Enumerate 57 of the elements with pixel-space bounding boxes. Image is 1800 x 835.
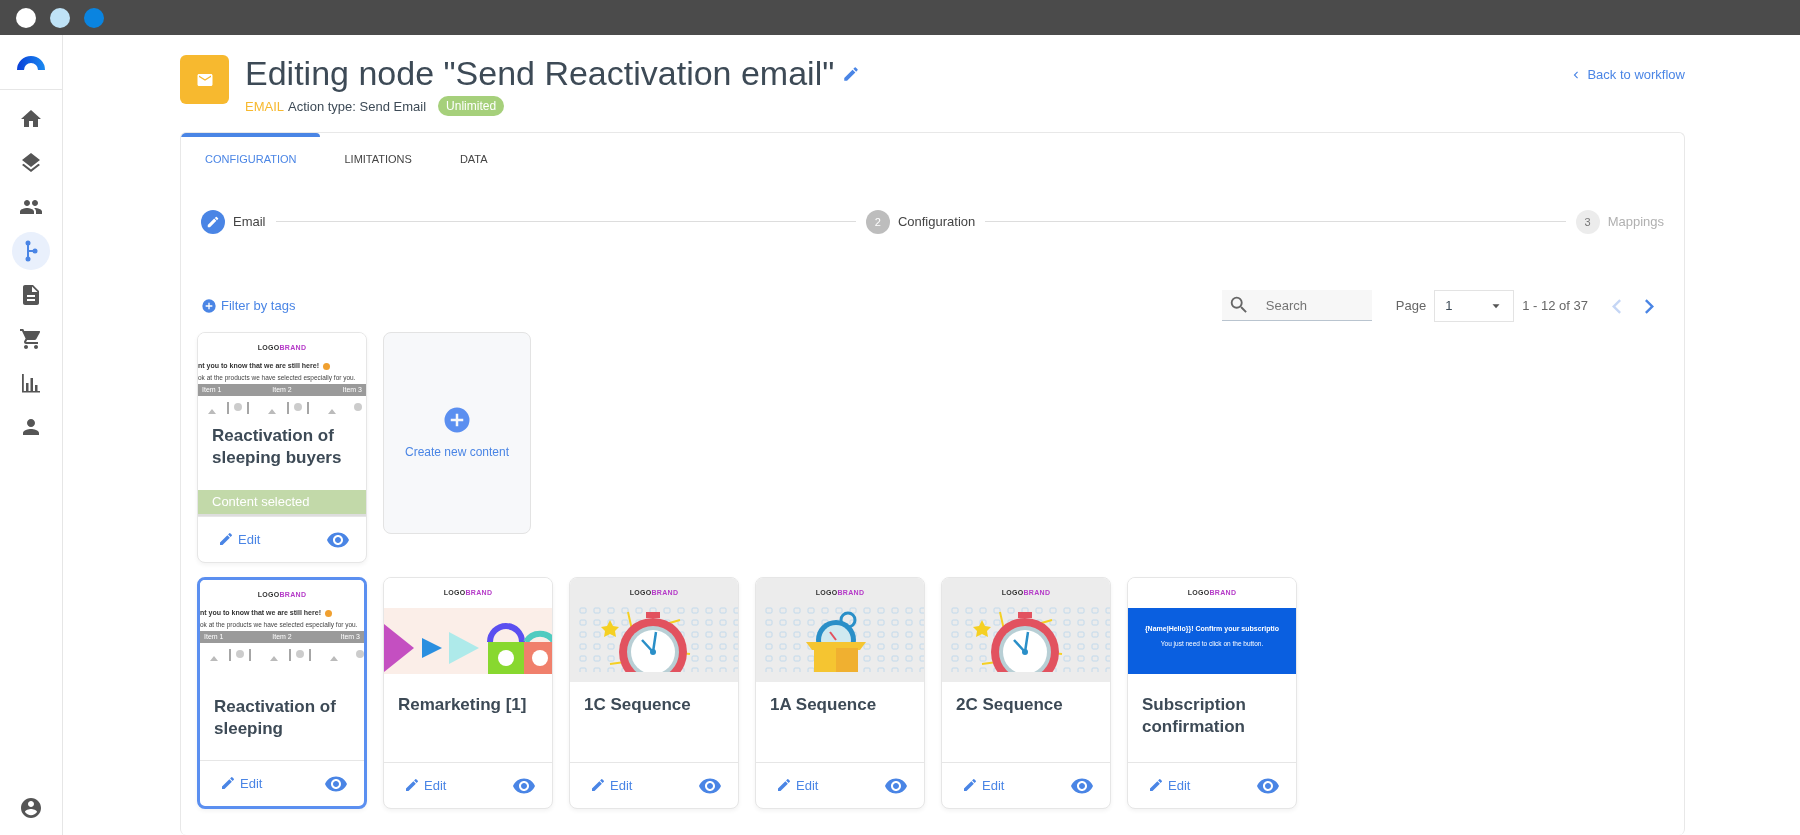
selected-status-bar: Content selected	[198, 490, 366, 516]
step-number: 3	[1575, 209, 1600, 234]
gift-box-drawing	[806, 611, 866, 673]
content-title: Reactivation of sleeping	[213, 695, 337, 740]
edit-button[interactable]: Edit	[1148, 775, 1191, 796]
step-edit-icon	[201, 209, 225, 234]
chevron-left-icon	[1612, 299, 1621, 315]
logo-icon	[17, 54, 45, 70]
pencil-icon	[590, 777, 606, 794]
edit-button[interactable]: Edit	[590, 775, 633, 796]
step-label: Mappings	[1607, 213, 1664, 232]
search-field[interactable]: Search	[1221, 290, 1372, 322]
pencil-icon	[218, 531, 234, 548]
pencil-icon	[962, 777, 978, 794]
edit-button[interactable]: Edit	[404, 775, 447, 796]
account-icon	[19, 796, 43, 820]
tab[interactable]: CONFIGURATION	[181, 133, 321, 180]
page-title: Editing node "Send Reactivation email"	[245, 55, 835, 93]
action-type-label: Action type: Send Email	[288, 97, 427, 116]
tab[interactable]: DATA	[435, 133, 512, 180]
window-control-button[interactable]	[16, 7, 36, 28]
content-title: Reactivation of sleeping buyers	[211, 424, 343, 469]
content-title: 1A Sequence	[769, 693, 878, 716]
content-title: 1C Sequence	[583, 693, 692, 716]
pencil-icon	[220, 775, 236, 792]
step-number: 2	[865, 209, 890, 234]
page-select[interactable]: 1	[1434, 289, 1515, 322]
nav-item[interactable]	[12, 232, 50, 270]
content-title: Subscription confirmation	[1141, 693, 1247, 738]
edit-button[interactable]: Edit	[962, 775, 1005, 796]
page-range: 1 - 12 of 37	[1522, 297, 1588, 316]
cart-icon	[19, 327, 43, 351]
create-content-button[interactable]: Create new content	[383, 331, 531, 534]
filter-by-tags-link[interactable]: Filter by tags	[221, 296, 296, 316]
bar-chart-icon	[19, 371, 43, 395]
window-control-button[interactable]	[50, 7, 70, 28]
chevron-right-icon	[1645, 299, 1654, 315]
limit-badge: Unlimited	[438, 96, 505, 117]
search-input[interactable]: Search	[1263, 294, 1354, 317]
edit-button[interactable]: Edit	[776, 775, 819, 796]
content-title: 2C Sequence	[955, 693, 1064, 716]
emoji-icon	[322, 363, 330, 371]
back-link[interactable]: Back to workflow	[1587, 65, 1685, 85]
page-label: Page	[1395, 297, 1427, 316]
step-label: Email	[233, 213, 266, 232]
emoji-icon	[324, 610, 332, 618]
tab[interactable]: LIMITATIONS	[320, 133, 436, 180]
content-title: Remarketing [1]	[397, 693, 528, 716]
step-label: Configuration	[897, 213, 976, 232]
pencil-icon	[404, 777, 420, 794]
pencil-icon	[776, 777, 792, 794]
pencil-icon	[842, 65, 861, 84]
channel-label: EMAIL	[245, 97, 284, 116]
edit-button[interactable]: Edit	[218, 529, 261, 550]
email-node-icon	[180, 55, 229, 104]
pencil-icon	[1148, 777, 1164, 794]
edit-button[interactable]: Edit	[220, 773, 263, 794]
